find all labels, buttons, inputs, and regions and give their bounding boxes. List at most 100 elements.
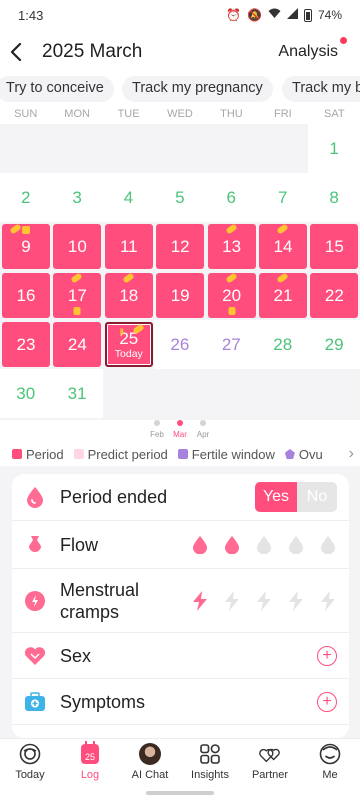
calendar-day-period[interactable]: 13 (207, 223, 256, 269)
month-dot-prev[interactable] (154, 420, 160, 426)
calendar-day[interactable]: 4 (102, 173, 155, 222)
pill-icon (132, 323, 145, 335)
day-number: 2 (20, 187, 31, 207)
tab-log[interactable]: 25 Log (60, 739, 120, 788)
tab-insights[interactable]: Insights (180, 739, 240, 788)
calendar-blank (102, 124, 155, 173)
bottom-tab-bar: Today 25 Log AI Chat Insights Partner Me (0, 738, 360, 788)
day-number: 1 (329, 138, 339, 158)
bolt-icon[interactable] (191, 590, 209, 611)
calendar-day[interactable]: 26 (154, 320, 206, 369)
calendar-day-period[interactable]: 10 (53, 224, 102, 269)
calendar-day[interactable]: 28 (257, 320, 309, 369)
add-symptoms-button[interactable]: + (317, 691, 337, 712)
sex-label: Sex (60, 645, 92, 666)
calendar-day-period[interactable]: 11 (104, 224, 153, 269)
legend-fertile-window: Fertile window (177, 446, 275, 462)
legend-period: Period (12, 447, 64, 462)
drop-icon[interactable] (287, 535, 305, 554)
calendar-day[interactable]: 2 (0, 173, 52, 222)
calendar-day[interactable]: 8 (308, 173, 360, 222)
cramps-icon (24, 590, 46, 612)
month-dot-next[interactable] (200, 420, 206, 426)
tab-me[interactable]: Me (300, 739, 360, 788)
row-sex[interactable]: Sex + (12, 633, 349, 679)
calendar-day[interactable]: 27 (205, 320, 257, 369)
log-date-badge: 25 (81, 741, 99, 764)
tab-ai-chat[interactable]: AI Chat (120, 739, 180, 788)
bolt-icon[interactable] (223, 590, 241, 611)
drop-icon[interactable] (255, 535, 273, 554)
calendar-day[interactable]: 30 (0, 369, 52, 418)
battery-icon (303, 8, 312, 22)
calendar-day-period[interactable]: 16 (2, 273, 50, 318)
calendar-day-period[interactable]: 19 (156, 273, 205, 318)
calendar-day[interactable]: 31 (51, 369, 103, 418)
legend-label: Period (26, 446, 64, 462)
add-sex-button[interactable]: + (317, 645, 337, 666)
calendar-day-period[interactable]: 24 (53, 322, 102, 367)
legend-label: Ovu (298, 446, 323, 462)
month-dot-current[interactable] (177, 420, 183, 426)
chip-try-to-conceive[interactable]: Try to conceive (0, 76, 114, 102)
drop-icon[interactable] (223, 535, 241, 554)
legend-label: Fertile window (191, 446, 275, 462)
yes-button[interactable]: Yes (255, 482, 297, 512)
drop-icon[interactable] (319, 535, 337, 554)
day-number: 19 (170, 285, 190, 305)
calendar-day-period[interactable]: 14 (259, 223, 307, 269)
tab-label: AI Chat (131, 769, 169, 781)
insights-icon (199, 743, 221, 765)
day-number: 31 (67, 383, 87, 403)
weekday-mon: MON (64, 108, 90, 120)
calendar-day-period[interactable]: 12 (156, 224, 205, 269)
flow-icon (24, 534, 46, 556)
home-indicator[interactable] (0, 788, 360, 800)
weekday-wed: WED (167, 108, 193, 120)
tab-partner[interactable]: Partner (240, 739, 300, 788)
chevron-left-icon[interactable] (10, 43, 32, 61)
daily-log-card: Period ended Yes No Flow Menstrual cramp… (12, 474, 349, 738)
drop-icon[interactable] (191, 535, 209, 554)
calendar-day-period[interactable]: 21 (259, 272, 307, 318)
calendar-day-today[interactable]: II 25 Today (104, 322, 153, 367)
no-button[interactable]: No (297, 482, 337, 512)
cramps-label-line2: cramps (60, 601, 120, 622)
flow-label: Flow (60, 534, 99, 555)
calendar-day[interactable]: 29 (308, 320, 360, 369)
calendar-day-period[interactable]: 9 (2, 223, 50, 269)
chip-track-pregnancy[interactable]: Track my pregnancy (122, 76, 273, 102)
calendar-day-period[interactable]: 20 (207, 272, 256, 318)
calendar-day[interactable]: 7 (257, 173, 309, 222)
calendar-day[interactable]: 1 (308, 124, 360, 173)
calendar-day-period[interactable]: 23 (2, 322, 50, 367)
tab-label: Insights (191, 769, 229, 781)
calendar-day-period[interactable]: 18 (104, 272, 153, 318)
calendar-day[interactable]: 6 (205, 173, 257, 222)
calendar-blank (0, 124, 52, 173)
calendar-day[interactable]: 3 (51, 173, 103, 222)
calendar-day-period[interactable]: 17 (53, 272, 102, 318)
wifi-icon (268, 8, 281, 22)
calendar-day[interactable]: 5 (154, 173, 206, 222)
bolt-icon[interactable] (319, 590, 337, 611)
mode-chips: Try to conceive Track my pregnancy Track… (0, 76, 360, 102)
row-menstrual-cramps: Menstrual cramps (12, 569, 349, 633)
day-number: 10 (67, 236, 87, 256)
calendar-day-period[interactable]: 22 (310, 273, 359, 318)
pill-icon (224, 223, 238, 235)
bolt-icon[interactable] (255, 590, 273, 611)
day-number: 5 (175, 187, 185, 207)
chevron-right-icon[interactable]: › (344, 445, 354, 463)
chip-track-baby[interactable]: Track my b (282, 76, 360, 102)
flow-level-selector (191, 535, 337, 554)
period-ended-toggle: Yes No (255, 482, 337, 512)
calendar-blank (51, 124, 103, 173)
tab-today[interactable]: Today (0, 739, 60, 788)
analysis-button[interactable]: Analysis (278, 37, 350, 61)
day-number: 30 (16, 383, 36, 403)
me-icon (319, 743, 341, 765)
bolt-icon[interactable] (287, 590, 305, 611)
row-symptoms[interactable]: Symptoms + (12, 679, 349, 725)
calendar-day-period[interactable]: 15 (310, 224, 359, 269)
